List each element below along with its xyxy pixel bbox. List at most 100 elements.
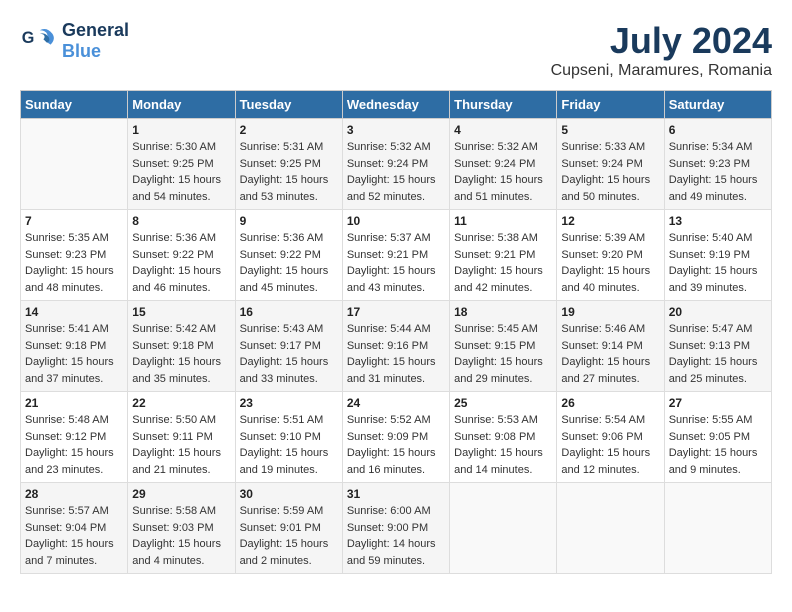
calendar-cell [21, 119, 128, 210]
calendar-cell: 8 Sunrise: 5:36 AM Sunset: 9:22 PM Daylig… [128, 210, 235, 301]
header-saturday: Saturday [664, 91, 771, 119]
calendar-cell: 3 Sunrise: 5:32 AM Sunset: 9:24 PM Daylig… [342, 119, 449, 210]
day-number: 21 [25, 396, 123, 410]
day-number: 20 [669, 305, 767, 319]
calendar-cell: 30Sunrise: 5:59 AM Sunset: 9:01 PM Dayli… [235, 483, 342, 574]
calendar-cell: 31 Sunrise: 6:00 AM Sunset: 9:00 PM Dayli… [342, 483, 449, 574]
week-row-1: 1Sunrise: 5:30 AM Sunset: 9:25 PM Daylig… [21, 119, 772, 210]
day-info: Sunrise: 5:32 AM Sunset: 9:24 PM Dayligh… [454, 141, 543, 203]
day-info: Sunrise: 5:44 AM Sunset: 9:16 PM Dayligh… [347, 323, 436, 385]
day-info: Sunrise: 5:31 AM Sunset: 9:25 PM Dayligh… [240, 141, 329, 203]
day-number: 22 [132, 396, 230, 410]
calendar-cell: 23 Sunrise: 5:51 AM Sunset: 9:10 PM Dayli… [235, 392, 342, 483]
day-number: 1 [132, 123, 230, 137]
calendar-cell: 10 Sunrise: 5:37 AM Sunset: 9:21 PM Dayli… [342, 210, 449, 301]
day-info: Sunrise: 5:39 AM Sunset: 9:20 PM Dayligh… [561, 232, 650, 294]
day-info: Sunrise: 5:32 AM Sunset: 9:24 PM Dayligh… [347, 141, 436, 203]
day-info: Sunrise: 5:54 AM Sunset: 9:06 PM Dayligh… [561, 414, 650, 476]
calendar-cell: 13Sunrise: 5:40 AM Sunset: 9:19 PM Dayli… [664, 210, 771, 301]
logo-text: General Blue [62, 20, 129, 62]
calendar-cell: 26 Sunrise: 5:54 AM Sunset: 9:06 PM Dayli… [557, 392, 664, 483]
header-thursday: Thursday [450, 91, 557, 119]
day-number: 5 [561, 123, 659, 137]
day-number: 24 [347, 396, 445, 410]
day-number: 15 [132, 305, 230, 319]
calendar-cell: 19Sunrise: 5:46 AM Sunset: 9:14 PM Dayli… [557, 301, 664, 392]
day-info: Sunrise: 5:36 AM Sunset: 9:22 PM Dayligh… [132, 232, 221, 294]
page-subtitle: Cupseni, Maramures, Romania [551, 62, 772, 80]
calendar-cell [450, 483, 557, 574]
day-info: Sunrise: 5:38 AM Sunset: 9:21 PM Dayligh… [454, 232, 543, 294]
header-sunday: Sunday [21, 91, 128, 119]
day-number: 25 [454, 396, 552, 410]
day-info: Sunrise: 6:00 AM Sunset: 9:00 PM Dayligh… [347, 505, 436, 567]
day-number: 31 [347, 487, 445, 501]
calendar-cell: 12 Sunrise: 5:39 AM Sunset: 9:20 PM Dayli… [557, 210, 664, 301]
header-monday: Monday [128, 91, 235, 119]
calendar-cell: 6 Sunrise: 5:34 AM Sunset: 9:23 PM Daylig… [664, 119, 771, 210]
day-info: Sunrise: 5:59 AM Sunset: 9:01 PM Dayligh… [240, 505, 329, 567]
day-number: 12 [561, 214, 659, 228]
day-info: Sunrise: 5:34 AM Sunset: 9:23 PM Dayligh… [669, 141, 758, 203]
calendar-cell: 11 Sunrise: 5:38 AM Sunset: 9:21 PM Dayli… [450, 210, 557, 301]
day-number: 8 [132, 214, 230, 228]
calendar-header-row: SundayMondayTuesdayWednesdayThursdayFrid… [21, 91, 772, 119]
day-info: Sunrise: 5:48 AM Sunset: 9:12 PM Dayligh… [25, 414, 114, 476]
calendar-cell [557, 483, 664, 574]
calendar-cell: 28 Sunrise: 5:57 AM Sunset: 9:04 PM Dayli… [21, 483, 128, 574]
day-info: Sunrise: 5:42 AM Sunset: 9:18 PM Dayligh… [132, 323, 221, 385]
week-row-3: 14Sunrise: 5:41 AM Sunset: 9:18 PM Dayli… [21, 301, 772, 392]
day-info: Sunrise: 5:37 AM Sunset: 9:21 PM Dayligh… [347, 232, 436, 294]
day-info: Sunrise: 5:50 AM Sunset: 9:11 PM Dayligh… [132, 414, 221, 476]
day-number: 10 [347, 214, 445, 228]
calendar-cell: 2 Sunrise: 5:31 AM Sunset: 9:25 PM Daylig… [235, 119, 342, 210]
calendar-cell: 5 Sunrise: 5:33 AM Sunset: 9:24 PM Daylig… [557, 119, 664, 210]
day-number: 23 [240, 396, 338, 410]
day-number: 2 [240, 123, 338, 137]
svg-text:G: G [22, 29, 35, 47]
page-header: G General Blue July 2024 Cupseni, Maramu… [20, 20, 772, 80]
header-tuesday: Tuesday [235, 91, 342, 119]
header-wednesday: Wednesday [342, 91, 449, 119]
day-info: Sunrise: 5:53 AM Sunset: 9:08 PM Dayligh… [454, 414, 543, 476]
day-number: 26 [561, 396, 659, 410]
day-number: 19 [561, 305, 659, 319]
calendar-cell: 20 Sunrise: 5:47 AM Sunset: 9:13 PM Dayli… [664, 301, 771, 392]
calendar-cell: 17Sunrise: 5:44 AM Sunset: 9:16 PM Dayli… [342, 301, 449, 392]
day-info: Sunrise: 5:52 AM Sunset: 9:09 PM Dayligh… [347, 414, 436, 476]
calendar-cell: 25 Sunrise: 5:53 AM Sunset: 9:08 PM Dayli… [450, 392, 557, 483]
title-block: July 2024 Cupseni, Maramures, Romania [551, 20, 772, 80]
day-info: Sunrise: 5:51 AM Sunset: 9:10 PM Dayligh… [240, 414, 329, 476]
day-number: 16 [240, 305, 338, 319]
day-info: Sunrise: 5:43 AM Sunset: 9:17 PM Dayligh… [240, 323, 329, 385]
page-title: July 2024 [551, 20, 772, 62]
calendar-cell: 21 Sunrise: 5:48 AM Sunset: 9:12 PM Dayli… [21, 392, 128, 483]
day-number: 4 [454, 123, 552, 137]
day-info: Sunrise: 5:47 AM Sunset: 9:13 PM Dayligh… [669, 323, 758, 385]
day-number: 3 [347, 123, 445, 137]
header-friday: Friday [557, 91, 664, 119]
day-number: 11 [454, 214, 552, 228]
calendar-table: SundayMondayTuesdayWednesdayThursdayFrid… [20, 90, 772, 574]
day-info: Sunrise: 5:58 AM Sunset: 9:03 PM Dayligh… [132, 505, 221, 567]
calendar-cell: 27Sunrise: 5:55 AM Sunset: 9:05 PM Dayli… [664, 392, 771, 483]
calendar-cell: 7Sunrise: 5:35 AM Sunset: 9:23 PM Daylig… [21, 210, 128, 301]
calendar-cell: 18Sunrise: 5:45 AM Sunset: 9:15 PM Dayli… [450, 301, 557, 392]
calendar-cell [664, 483, 771, 574]
calendar-cell: 15 Sunrise: 5:42 AM Sunset: 9:18 PM Dayli… [128, 301, 235, 392]
logo: G General Blue [20, 20, 129, 62]
calendar-cell: 16 Sunrise: 5:43 AM Sunset: 9:17 PM Dayli… [235, 301, 342, 392]
day-info: Sunrise: 5:36 AM Sunset: 9:22 PM Dayligh… [240, 232, 329, 294]
day-info: Sunrise: 5:33 AM Sunset: 9:24 PM Dayligh… [561, 141, 650, 203]
day-number: 28 [25, 487, 123, 501]
day-number: 27 [669, 396, 767, 410]
day-number: 6 [669, 123, 767, 137]
calendar-cell: 24 Sunrise: 5:52 AM Sunset: 9:09 PM Dayli… [342, 392, 449, 483]
day-number: 7 [25, 214, 123, 228]
week-row-5: 28 Sunrise: 5:57 AM Sunset: 9:04 PM Dayli… [21, 483, 772, 574]
day-number: 13 [669, 214, 767, 228]
day-info: Sunrise: 5:57 AM Sunset: 9:04 PM Dayligh… [25, 505, 114, 567]
day-number: 29 [132, 487, 230, 501]
day-number: 18 [454, 305, 552, 319]
day-number: 14 [25, 305, 123, 319]
